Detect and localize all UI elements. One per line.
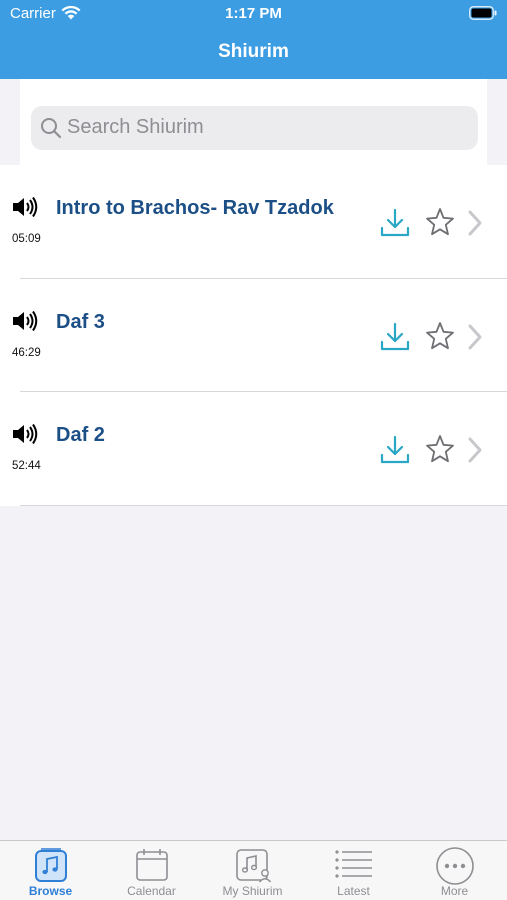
star-icon[interactable]	[425, 321, 455, 356]
download-icon[interactable]	[379, 434, 411, 471]
more-icon	[404, 847, 505, 885]
duration-label: 05:09	[12, 233, 41, 245]
star-icon[interactable]	[425, 207, 455, 242]
tab-calendar[interactable]: Calendar	[101, 841, 202, 900]
tab-my-shiurim[interactable]: My Shiurim	[202, 841, 303, 900]
battery-icon	[469, 6, 497, 25]
chevron-right-icon[interactable]	[466, 436, 484, 469]
star-icon[interactable]	[425, 434, 455, 469]
tab-label: Calendar	[127, 884, 176, 898]
speaker-icon[interactable]	[12, 310, 39, 337]
tab-label: Latest	[337, 884, 370, 898]
speaker-icon[interactable]	[12, 423, 39, 450]
page-title: Shiurim	[218, 41, 289, 62]
chevron-right-icon[interactable]	[466, 323, 484, 356]
download-icon[interactable]	[379, 207, 411, 244]
tab-label: Browse	[28, 884, 73, 898]
search-input[interactable]: Search Shiurim	[31, 106, 478, 150]
tab-browse[interactable]: Browse	[0, 841, 101, 900]
calendar-icon	[101, 847, 202, 883]
shiur-title: Daf 2	[56, 424, 105, 446]
search-placeholder: Search Shiurim	[67, 116, 204, 138]
tab-latest[interactable]: Latest	[303, 841, 404, 900]
music-person-icon	[202, 847, 303, 883]
status-time: 1:17 PM	[225, 5, 282, 22]
download-icon[interactable]	[379, 321, 411, 358]
search-icon	[40, 117, 62, 144]
music-note-icon	[0, 847, 101, 883]
chevron-right-icon[interactable]	[466, 209, 484, 242]
nav-bar: Carrier 1:17 PM Shiurim	[0, 0, 507, 79]
speaker-icon[interactable]	[12, 196, 39, 223]
list-item[interactable]: 46:29 Daf 3	[0, 279, 507, 393]
shiurim-list: 05:09 Intro to Brachos- Rav Tzadok 46:29…	[0, 165, 507, 506]
shiur-title: Intro to Brachos- Rav Tzadok	[56, 197, 334, 219]
tab-bar: Browse Calendar My Shiurim Latest More	[0, 840, 507, 900]
tab-more[interactable]: More	[404, 841, 505, 900]
list-icon	[303, 847, 404, 883]
list-item[interactable]: 52:44 Daf 2	[0, 392, 507, 506]
list-item[interactable]: 05:09 Intro to Brachos- Rav Tzadok	[0, 165, 507, 279]
tab-label: My Shiurim	[222, 884, 283, 898]
tab-label: More	[440, 884, 469, 898]
shiur-title: Daf 3	[56, 310, 105, 333]
duration-label: 46:29	[12, 346, 41, 359]
duration-label: 52:44	[12, 460, 41, 472]
status-bar: Carrier 1:17 PM	[0, 0, 507, 28]
search-bar: Search Shiurim	[20, 79, 487, 165]
